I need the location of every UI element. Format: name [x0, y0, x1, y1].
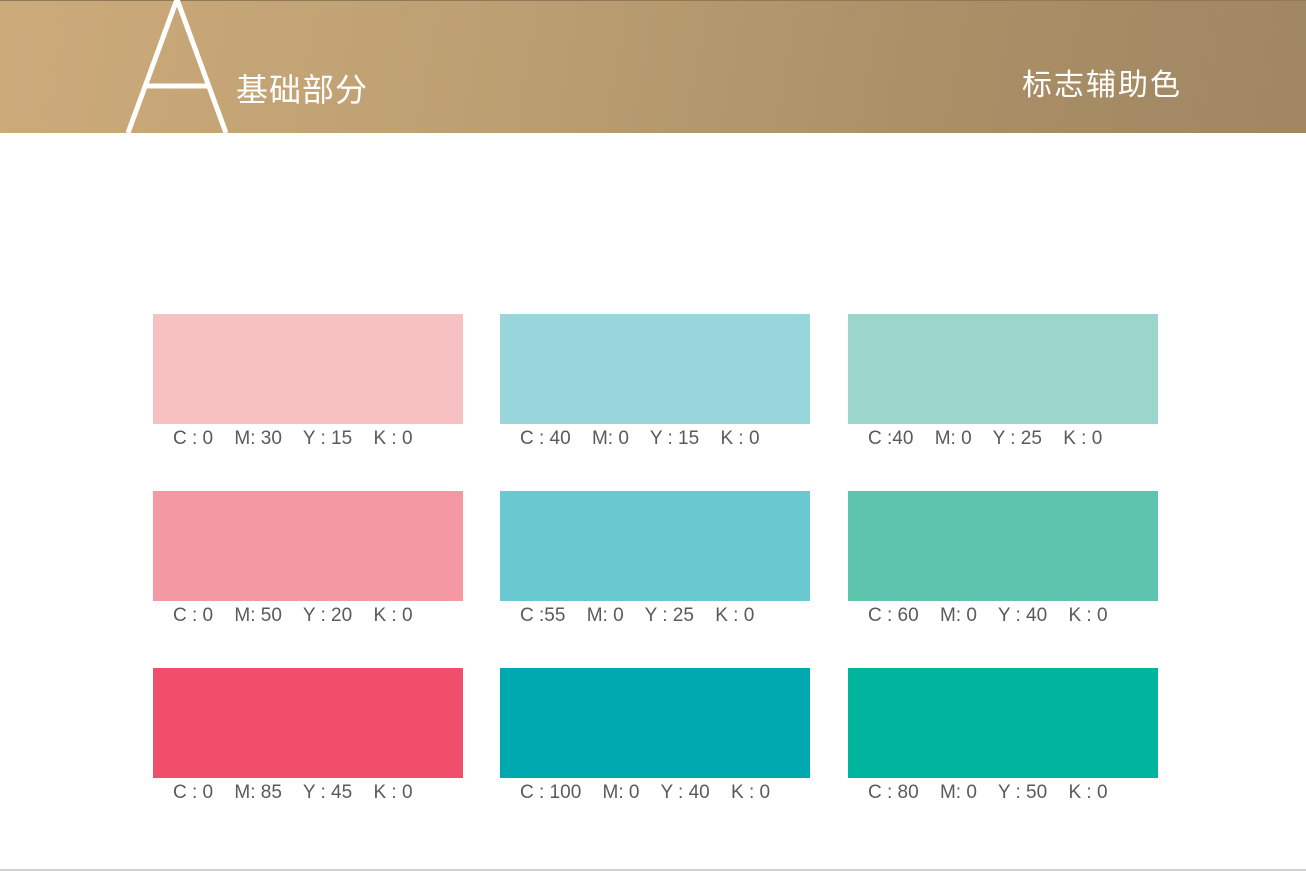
section-letter-a-icon [126, 0, 229, 133]
cmyk-m: M: 0 [934, 428, 972, 449]
cmyk-label: C : 0 M: 30 Y : 15 K : 0 [153, 428, 463, 450]
cmyk-y: Y : 40 [660, 782, 710, 803]
color-swatch [848, 491, 1158, 601]
swatch-card: C : 100 M: 0 Y : 40 K : 0 [500, 668, 810, 808]
cmyk-m: M: 30 [234, 428, 282, 449]
swatch-card: C :40 M: 0 Y : 25 K : 0 [848, 314, 1158, 454]
cmyk-c: C :55 [520, 605, 566, 626]
cmyk-label: C : 0 M: 50 Y : 20 K : 0 [153, 605, 463, 627]
cmyk-y: Y : 45 [302, 782, 353, 803]
cmyk-m: M: 0 [939, 605, 977, 626]
cmyk-c: C : 0 [173, 605, 214, 626]
color-swatch [848, 314, 1158, 424]
cmyk-c: C : 0 [173, 428, 214, 449]
cmyk-y: Y : 25 [644, 605, 694, 626]
swatch-card: C : 60 M: 0 Y : 40 K : 0 [848, 491, 1158, 631]
cmyk-y: Y : 25 [992, 428, 1042, 449]
cmyk-k: K : 0 [715, 605, 755, 626]
cmyk-m: M: 50 [234, 605, 282, 626]
cmyk-m: M: 0 [939, 782, 977, 803]
cmyk-c: C : 80 [868, 782, 919, 803]
cmyk-k: K : 0 [1068, 605, 1108, 626]
cmyk-y: Y : 15 [649, 428, 700, 449]
cmyk-c: C : 100 [520, 782, 582, 803]
cmyk-y: Y : 40 [997, 605, 1048, 626]
cmyk-k: K : 0 [1068, 782, 1108, 803]
swatch-card: C : 0 M: 50 Y : 20 K : 0 [153, 491, 463, 631]
cmyk-m: M: 0 [586, 605, 624, 626]
swatch-card: C : 0 M: 85 Y : 45 K : 0 [153, 668, 463, 808]
cmyk-k: K : 0 [731, 782, 771, 803]
color-swatch [848, 668, 1158, 778]
cmyk-y: Y : 15 [302, 428, 353, 449]
color-swatch [500, 668, 810, 778]
cmyk-label: C :40 M: 0 Y : 25 K : 0 [848, 428, 1158, 450]
swatch-card: C : 40 M: 0 Y : 15 K : 0 [500, 314, 810, 454]
cmyk-label: C : 40 M: 0 Y : 15 K : 0 [500, 428, 810, 450]
color-swatch [153, 314, 463, 424]
color-swatch [500, 491, 810, 601]
page-header: 基础部分 标志辅助色 [0, 0, 1306, 133]
cmyk-k: K : 0 [373, 428, 413, 449]
brand-guideline-page: 基础部分 标志辅助色 C : 0 M: 30 Y : 15 K : 0 C : … [0, 0, 1306, 872]
swatch-card: C : 80 M: 0 Y : 50 K : 0 [848, 668, 1158, 808]
cmyk-k: K : 0 [1063, 428, 1103, 449]
cmyk-c: C : 60 [868, 605, 919, 626]
cmyk-c: C :40 [868, 428, 914, 449]
cmyk-label: C : 100 M: 0 Y : 40 K : 0 [500, 782, 810, 804]
cmyk-label: C : 0 M: 85 Y : 45 K : 0 [153, 782, 463, 804]
cmyk-m: M: 0 [591, 428, 629, 449]
section-title: 基础部分 [236, 71, 369, 109]
cmyk-y: Y : 20 [302, 605, 353, 626]
color-swatch [153, 668, 463, 778]
cmyk-label: C :55 M: 0 Y : 25 K : 0 [500, 605, 810, 627]
cmyk-c: C : 40 [520, 428, 571, 449]
color-swatch [500, 314, 810, 424]
bottom-rule [0, 869, 1306, 871]
color-swatch-grid: C : 0 M: 30 Y : 15 K : 0 C : 40 M: 0 Y :… [153, 314, 1158, 814]
color-swatch [153, 491, 463, 601]
cmyk-k: K : 0 [373, 782, 413, 803]
cmyk-m: M: 85 [234, 782, 282, 803]
cmyk-k: K : 0 [720, 428, 760, 449]
cmyk-label: C : 80 M: 0 Y : 50 K : 0 [848, 782, 1158, 804]
cmyk-k: K : 0 [373, 605, 413, 626]
swatch-card: C : 0 M: 30 Y : 15 K : 0 [153, 314, 463, 454]
cmyk-label: C : 60 M: 0 Y : 40 K : 0 [848, 605, 1158, 627]
cmyk-y: Y : 50 [997, 782, 1048, 803]
page-title: 标志辅助色 [1022, 68, 1182, 103]
cmyk-c: C : 0 [173, 782, 214, 803]
cmyk-m: M: 0 [602, 782, 640, 803]
swatch-card: C :55 M: 0 Y : 25 K : 0 [500, 491, 810, 631]
